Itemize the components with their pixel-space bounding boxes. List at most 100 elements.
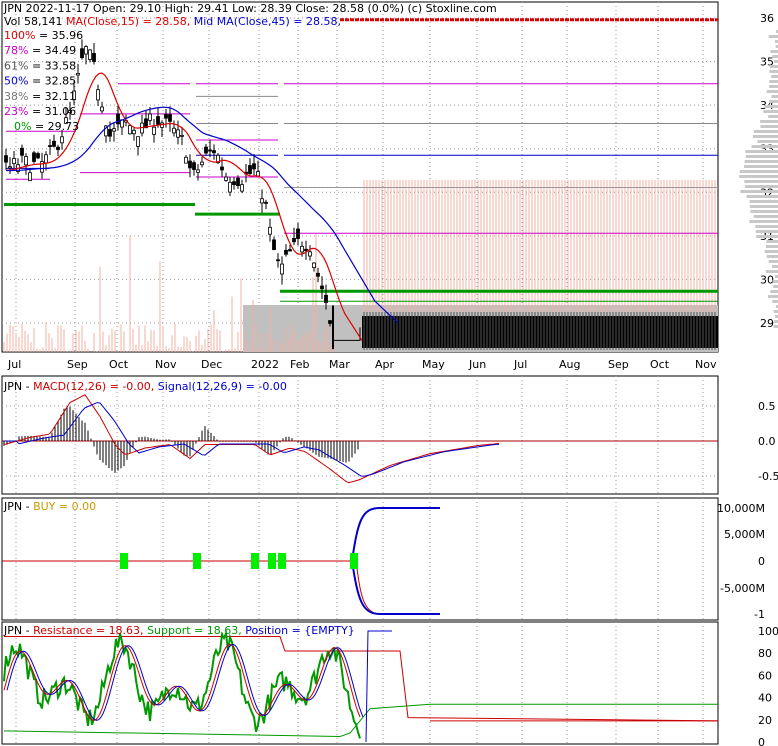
volume-profile-bar [745,150,778,153]
candle-body [60,136,64,144]
volume-profile-bar [766,255,778,258]
fib-pct: 61% [4,59,28,72]
month-label: Dec [201,358,222,371]
candle-body [76,72,80,76]
volume-profile-bar [739,175,778,178]
volume-profile-bar [739,170,778,173]
candle-body [84,46,88,55]
volume-profile-bar [749,205,778,208]
position-label: Position = {EMPTY} [245,624,355,637]
candle-body [228,181,232,193]
candle-body [208,149,212,152]
candle-body [296,228,300,239]
volume-profile-bar [769,85,778,88]
fib-value: = 32.85 [28,75,76,88]
volume-profile-bar [771,95,778,98]
volume-profile-bar [763,110,778,113]
candle-body [100,106,104,112]
candle-body [132,129,136,135]
candle-body [32,152,36,162]
volume-profile-bar [769,65,778,68]
candle-body [248,165,252,174]
candle-body [276,259,280,262]
volume-profile-bar [766,90,778,93]
header-vol: Vol 58,141 MA(Close,15) = 28.58, Mid MA(… [4,15,341,28]
candle-body [280,263,284,275]
buy-symbol: JPN - [3,500,33,513]
volume-profile-bar [760,125,778,128]
fib-value: = 33.58 [28,59,76,72]
candle-body [292,238,296,243]
fib-pct: 78% [4,44,28,57]
buy-marker-4 [278,553,286,569]
candle-body [24,156,28,166]
volume-profile-bar [757,140,778,143]
volume-profile-bar [765,270,778,273]
macd-symbol: JPN - [3,380,33,393]
candle-body [152,126,156,135]
volume-profile-bar [744,180,778,183]
month-label: Jun [468,358,486,371]
position-axis-label: 80 [758,647,772,660]
buy-axis-label: 10,000M [717,502,765,515]
signal-label: Signal(12,26,9) = -0.00 [158,380,287,393]
candle-body [300,245,304,253]
candle-body [56,146,60,151]
month-label: May [422,358,445,371]
position-title: JPN - Resistance = 18.63, Support = 18.6… [3,624,355,637]
month-label: Aug [559,358,580,371]
volume-profile-bar [753,130,778,133]
position-axis-label: 60 [758,669,772,682]
volume-profile-bar [764,105,778,108]
volume-profile-bar [744,165,778,168]
candle-body [196,169,200,173]
volume-profile-bar [773,325,778,328]
macd-axis-label: 0.0 [758,435,776,448]
candle-body [28,172,32,182]
candle-body [200,161,204,166]
candle-body [236,177,240,187]
candle-body [324,294,328,303]
candle-body [52,140,56,147]
candle-body [284,249,288,255]
volume-profile-bar [768,260,778,263]
candle-body [136,136,140,147]
volume-profile-bar [771,75,778,78]
volume-profile-bar [764,250,778,253]
candle-body [184,156,188,164]
buy-axis-label: -1 [754,608,765,621]
month-label: Oct [109,358,129,371]
fib-value: = 34.49 [28,44,76,57]
month-label: Sep [67,358,88,371]
month-label: Oct [650,358,670,371]
volume-profile-bar [760,120,778,123]
month-label: Mar [329,358,350,371]
fib-value: = 32.11 [28,90,76,103]
candle-body [88,49,92,60]
macd-axis-label: 0.5 [758,400,776,413]
volume-profile-bar [756,235,778,238]
candle-body [232,181,236,185]
month-label: Feb [290,358,309,371]
fib-value: = 35.96 [35,29,83,42]
position-symbol: JPN - [3,624,33,637]
candle-body [36,153,40,159]
macd-axis-label: -0.5 [758,470,778,483]
candle-body [44,154,48,164]
buy-axis-label: -5,000M [720,582,765,595]
volume-profile-bar [773,285,778,288]
position-axis-label: 100 [758,625,778,638]
fib-label-3: 50% = 32.85 [4,75,76,88]
volume-profile-bar [768,115,778,118]
volume-profile-bar [772,280,778,283]
candle-body [164,113,168,119]
volume-profile-bar [772,55,778,58]
volume-profile-bar [770,290,778,293]
volume-profile-bar [750,210,778,213]
position-axis-label: 40 [758,692,772,705]
buy-marker-0 [120,553,128,569]
candle-body [312,262,316,268]
buy-marker-1 [193,553,201,569]
candle-body [172,127,176,134]
resistance-label: Resistance = 18.63, [33,624,147,637]
